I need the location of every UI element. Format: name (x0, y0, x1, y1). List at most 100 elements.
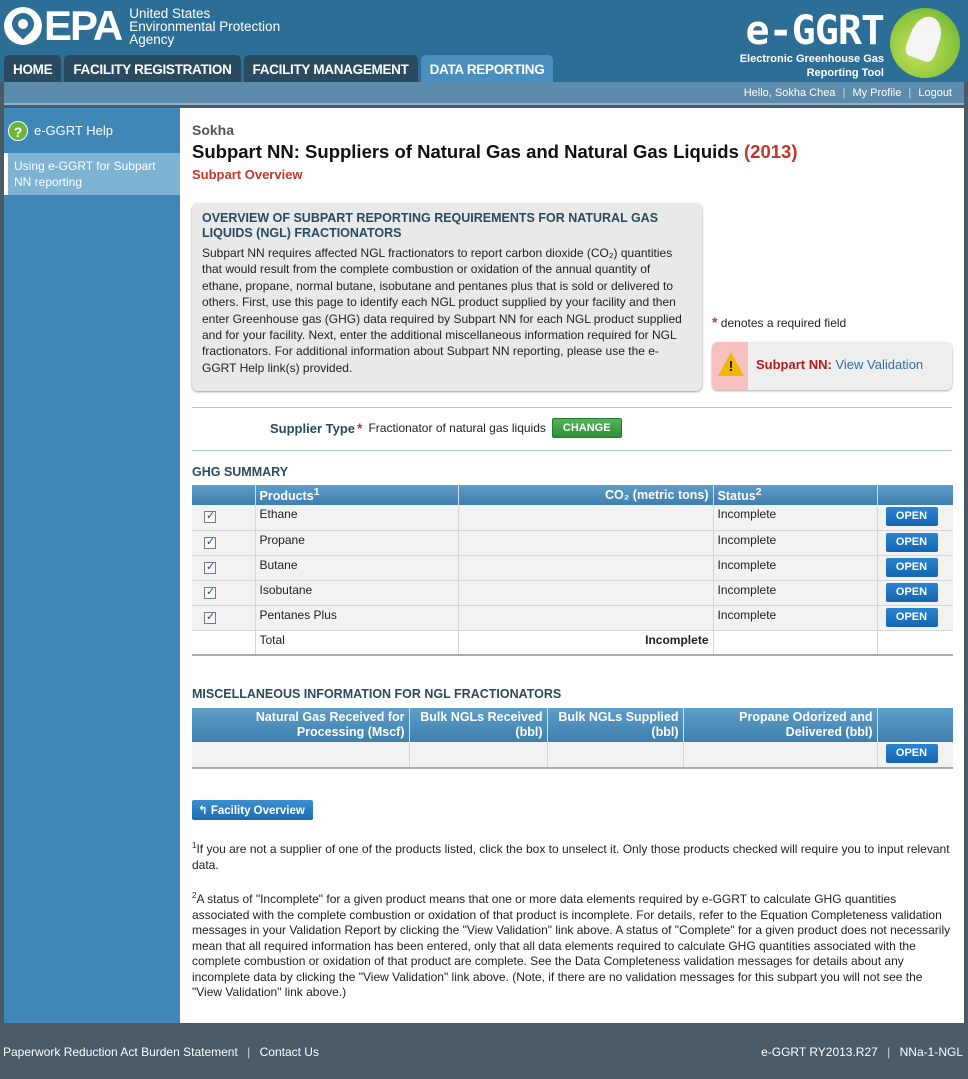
validation-text: Subpart NN: View Validation (756, 357, 923, 372)
agency-line-2: Environmental Protection (129, 18, 281, 34)
footnote-2-text: A status of "Incomplete" for a given pro… (192, 892, 951, 999)
paperwork-link[interactable]: Paperwork Reduction Act Burden Statement (3, 1045, 238, 1059)
question-icon: ? (8, 120, 28, 141)
agency-line-3: Agency (129, 31, 175, 47)
ghg-summary-table: Products1 CO₂ (metric tons) Status2 Etha… (192, 485, 953, 657)
co2-value (458, 605, 714, 631)
page-subtitle: Subpart Overview (192, 167, 303, 182)
version-label: e-GGRT RY2013.R27 (761, 1045, 878, 1059)
open-button[interactable]: OPEN (885, 582, 938, 602)
main-nav: HOME FACILITY REGISTRATION FACILITY MANA… (4, 55, 554, 82)
epa-wordmark: EPA (44, 2, 123, 49)
sidebar: ? e-GGRT Help Using e-GGRT for Subpart N… (4, 108, 180, 1023)
row-select-cell (192, 505, 256, 531)
contact-link[interactable]: Contact Us (260, 1045, 319, 1059)
epa-logo[interactable]: EPA United States Environmental Protecti… (4, 4, 280, 48)
footer-version: e-GGRT RY2013.R27 | NNa-1-NGL (761, 1045, 963, 1059)
overview-heading: OVERVIEW OF SUBPART REPORTING REQUIREMEN… (202, 211, 659, 240)
validation-label: Subpart NN: (756, 357, 832, 372)
table-row: Isobutane Incomplete OPEN (192, 580, 953, 606)
my-profile-link[interactable]: My Profile (852, 87, 901, 99)
facility-overview-label: Facility Overview (210, 805, 305, 817)
table-row: Ethane Incomplete OPEN (192, 505, 953, 531)
logout-link[interactable]: Logout (918, 87, 952, 99)
required-star: * (357, 420, 363, 436)
required-field-note: * denotes a required field (712, 314, 846, 330)
sidebar-item-using-eggrt[interactable]: Using e-GGRT for Subpart NN reporting (4, 153, 180, 195)
action-cell: OPEN (877, 555, 953, 581)
page-title-text: Subpart NN: Suppliers of Natural Gas and… (192, 141, 739, 162)
supplier-type-value: Fractionator of natural gas liquids (368, 421, 546, 435)
header-propane-odorized: Propane Odorized and Delivered (bbl) (683, 708, 878, 742)
bulk-ngls-received-value (409, 742, 548, 769)
facility-user-name: Sokha (192, 122, 235, 138)
table-header-row: Products1 CO₂ (metric tons) Status2 (192, 485, 953, 506)
product-checkbox[interactable] (204, 610, 216, 624)
validation-box: Subpart NN: View Validation (712, 342, 952, 390)
product-name: Ethane (255, 505, 459, 531)
co2-value (458, 555, 714, 581)
eggrt-logo[interactable]: e-GGRT Electronic Greenhouse Gas Reporti… (732, 6, 962, 80)
supplier-type-row: Supplier Type * Fractionator of natural … (270, 418, 622, 438)
open-button[interactable]: OPEN (885, 507, 938, 527)
overview-body: Subpart NN requires affected NGL fractio… (202, 246, 682, 375)
site-footer: Paperwork Reduction Act Burden Statement… (0, 1023, 968, 1079)
status-value: Incomplete (713, 555, 878, 581)
product-checkbox[interactable] (204, 585, 216, 599)
bulk-ngls-supplied-value (547, 742, 684, 769)
header-products: Products1 (255, 485, 459, 506)
table-row: Propane Incomplete OPEN (192, 530, 953, 556)
header-bulk-ngls-received: Bulk NGLs Received (bbl) (409, 708, 548, 742)
open-button[interactable]: OPEN (885, 607, 938, 627)
user-greeting: Hello, Sokha Chea (743, 87, 836, 99)
misc-info-table: Natural Gas Received for Processing (Msc… (192, 708, 953, 769)
table-header-row: Natural Gas Received for Processing (Msc… (192, 708, 953, 742)
header-action (877, 485, 953, 506)
overview-box: OVERVIEW OF SUBPART REPORTING REQUIREMEN… (192, 203, 702, 391)
total-label: Total (255, 630, 459, 657)
tab-data-reporting[interactable]: DATA REPORTING (420, 55, 554, 82)
product-checkbox[interactable] (204, 509, 216, 524)
status-value: Incomplete (713, 530, 878, 556)
tab-facility-management[interactable]: FACILITY MANAGEMENT (243, 55, 418, 82)
separator: | (887, 1045, 891, 1059)
page-id: NNa-1-NGL (899, 1045, 963, 1059)
facility-overview-button[interactable]: ↰ Facility Overview (192, 800, 313, 820)
total-empty-cell (192, 630, 256, 657)
divider (192, 450, 952, 451)
epa-flower-icon (4, 7, 42, 45)
header-natural-gas-received: Natural Gas Received for Processing (Msc… (192, 708, 410, 742)
product-name: Pentanes Plus (255, 605, 459, 631)
misc-heading: MISCELLANEOUS INFORMATION FOR NGL FRACTI… (192, 687, 562, 701)
back-arrow-icon: ↰ (198, 805, 208, 817)
status-value: Incomplete (713, 505, 878, 531)
agency-line-1: United States (129, 5, 211, 21)
product-checkbox[interactable] (204, 535, 216, 549)
footnote-1-text: If you are not a supplier of one of the … (192, 842, 950, 872)
supplier-type-label: Supplier Type (270, 420, 355, 436)
eggrt-wordmark: e-GGRT (745, 8, 885, 54)
sidebar-item-help[interactable]: ? e-GGRT Help (4, 108, 180, 153)
required-note-text: denotes a required field (720, 316, 847, 330)
status-value: Incomplete (713, 580, 878, 606)
reporting-year: (2013) (744, 141, 798, 162)
co2-value (458, 580, 714, 606)
product-checkbox[interactable] (204, 560, 216, 574)
user-bar: Hello, Sokha Chea | My Profile | Logout (4, 82, 964, 105)
table-row: Butane Incomplete OPEN (192, 555, 953, 581)
change-button[interactable]: CHANGE (551, 418, 622, 438)
tab-facility-registration[interactable]: FACILITY REGISTRATION (64, 55, 241, 82)
action-cell: OPEN (877, 505, 953, 531)
open-button[interactable]: OPEN (885, 532, 938, 552)
action-cell: OPEN (877, 580, 953, 606)
site-header: EPA United States Environmental Protecti… (0, 0, 968, 82)
open-button[interactable]: OPEN (885, 557, 938, 577)
header-status: Status2 (713, 485, 878, 506)
ghg-summary-heading: GHG SUMMARY (192, 465, 289, 479)
row-select-cell (192, 555, 256, 581)
open-button[interactable]: OPEN (885, 744, 938, 763)
header-bulk-ngls-supplied: Bulk NGLs Supplied (bbl) (547, 708, 684, 742)
tab-home[interactable]: HOME (4, 55, 62, 82)
view-validation-link[interactable]: View Validation (835, 357, 923, 372)
footnote-mark: 1 (313, 487, 320, 498)
